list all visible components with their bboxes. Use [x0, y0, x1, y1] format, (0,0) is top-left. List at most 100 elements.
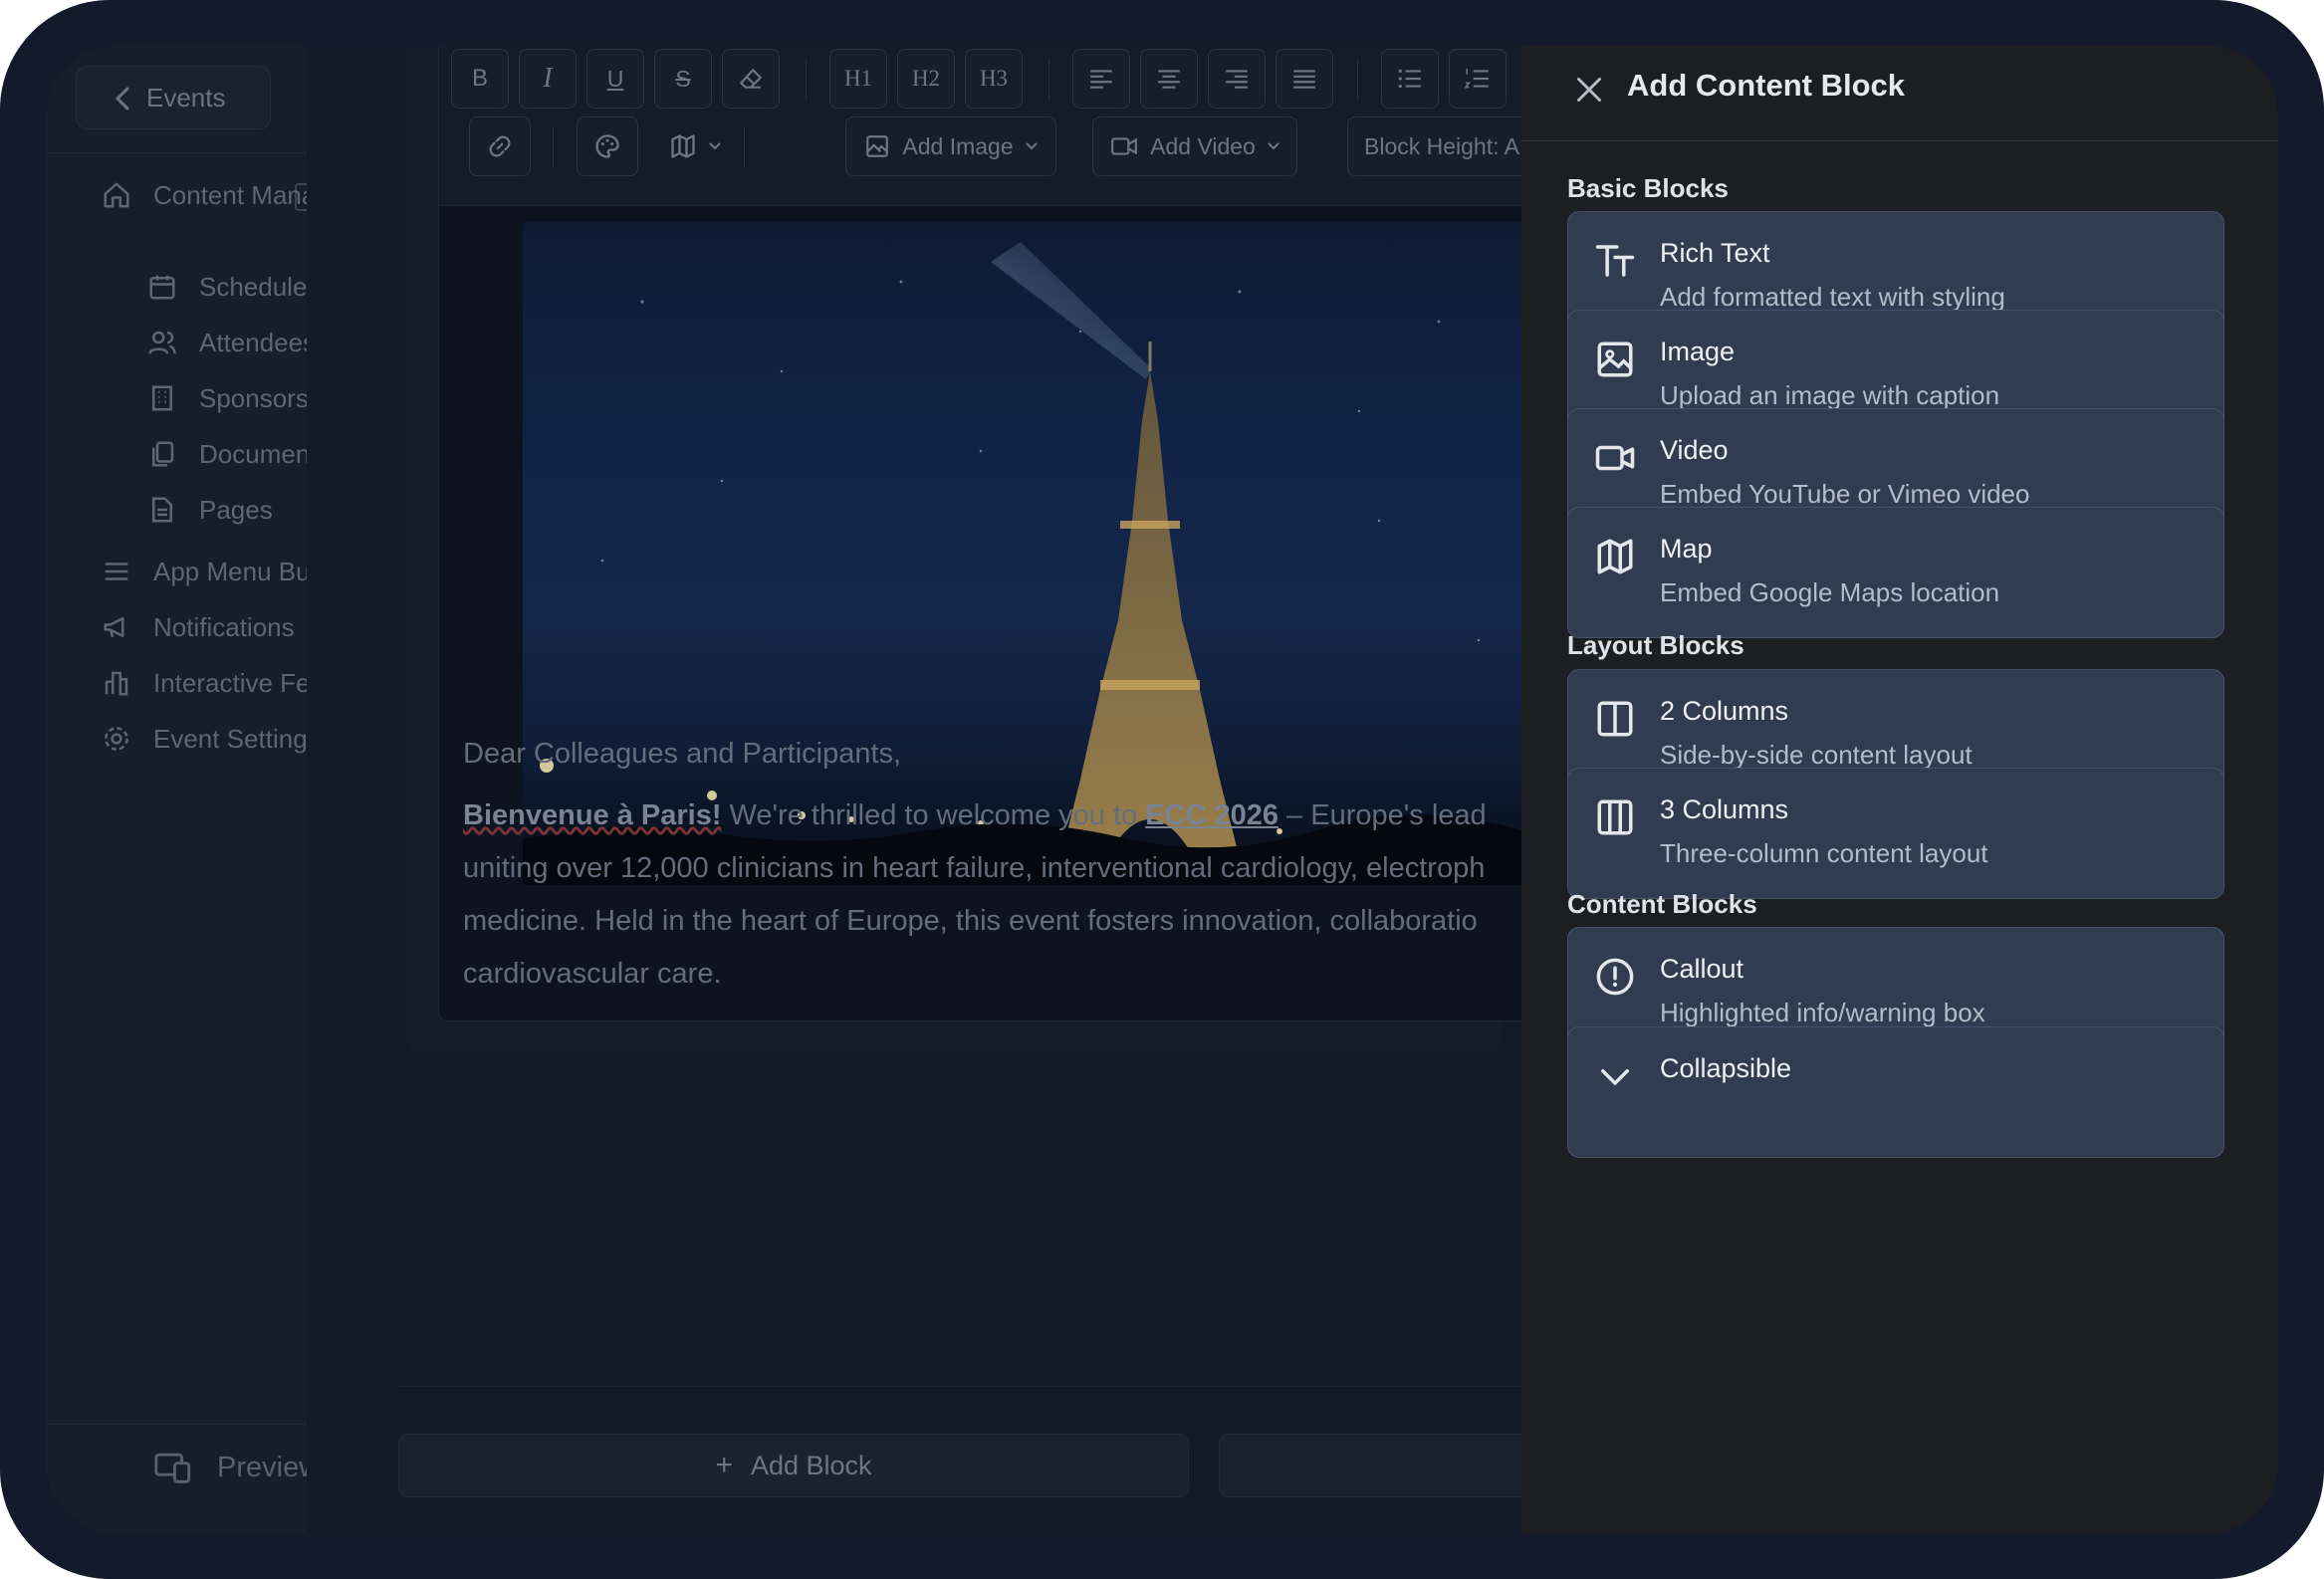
sidebar-item-app-menu-builder[interactable]: App Menu Builder: [102, 552, 307, 591]
device-frame: Events Content Management Schedule Atten…: [0, 0, 2324, 1579]
sidebar-item-pages[interactable]: Pages: [147, 490, 307, 530]
add-image-dropdown[interactable]: Add Image: [845, 116, 1056, 176]
heading-3-button[interactable]: H3: [965, 49, 1023, 109]
clear-format-button[interactable]: [722, 49, 780, 109]
block-height-select[interactable]: Block Height: A: [1347, 116, 1532, 176]
block-name: Image: [1660, 337, 1736, 366]
add-block-label: Add Block: [750, 1450, 872, 1480]
sidebar-item-event-settings[interactable]: Event Settings: [102, 719, 307, 759]
columns-3-icon: [1597, 799, 1633, 835]
video-icon: [1111, 137, 1138, 155]
rich-text-editor[interactable]: B I U S H1 H2 H3 Add Image Add Video Blo…: [438, 46, 1533, 1021]
toolbar-divider: [744, 126, 745, 168]
block-name: Rich Text: [1660, 238, 1770, 268]
align-justify-icon: [1293, 70, 1315, 89]
preview-button[interactable]: Preview: [153, 1450, 307, 1485]
align-right-button[interactable]: [1208, 49, 1266, 109]
sidebar-item-content-management[interactable]: Content Management: [102, 175, 307, 215]
welcome-paragraph-line-2: uniting over 12,000 clinicians in heart …: [463, 852, 1486, 884]
color-palette-button[interactable]: [577, 116, 638, 176]
close-icon[interactable]: [1571, 72, 1607, 108]
building-icon: [152, 385, 172, 411]
align-justify-button[interactable]: [1276, 49, 1333, 109]
add-video-dropdown[interactable]: Add Video: [1092, 116, 1297, 176]
block-name: Callout: [1660, 954, 1744, 984]
welcome-paragraph-line-1: Bienvenue à Paris! We're thrilled to wel…: [463, 799, 1487, 831]
copy-icon: [152, 441, 174, 467]
sidebar-item-label: Attendees: [199, 327, 307, 357]
editor-toolbar: B I U S H1 H2 H3 Add Image Add Video Blo…: [439, 46, 1532, 206]
devices-icon: [154, 1453, 191, 1483]
block-name: Collapsible: [1660, 1053, 1792, 1083]
gear-icon: [105, 727, 128, 751]
insert-map-dropdown[interactable]: [664, 116, 726, 176]
text-icon: [1595, 245, 1635, 277]
sidebar-item-label: Schedule: [199, 271, 307, 302]
align-left-button[interactable]: [1072, 49, 1130, 109]
columns-2-icon: [1597, 701, 1633, 737]
eiffel-tower-illustration: [523, 242, 1532, 885]
block-height-label: Block Height: A: [1364, 132, 1519, 159]
app-screen: Events Content Management Schedule Atten…: [46, 46, 2278, 1533]
heading-2-button[interactable]: H2: [897, 49, 955, 109]
block-option-3-columns[interactable]: 3 Columns Three-column content layout: [1567, 768, 2224, 899]
block-option-map[interactable]: Map Embed Google Maps location: [1567, 507, 2224, 638]
image-icon: [1597, 341, 1633, 377]
sidebar-item-interactive-features[interactable]: Interactive Features: [102, 663, 307, 703]
heading-1-button[interactable]: H1: [829, 49, 887, 109]
numbered-list-button[interactable]: [1449, 49, 1507, 109]
block-name: Video: [1660, 435, 1729, 465]
chevron-down-icon: [1601, 1069, 1629, 1085]
sidebar-item-schedule[interactable]: Schedule: [147, 267, 307, 307]
toolbar-divider: [1357, 59, 1358, 101]
users-icon: [148, 331, 176, 354]
sidebar-item-label: Sponsors: [199, 382, 307, 413]
sidebar-item-label: Notifications: [153, 611, 295, 642]
preview-label: Preview: [217, 1451, 307, 1483]
block-description: Three-column content layout: [1660, 838, 1988, 868]
block-name: 2 Columns: [1660, 696, 1789, 726]
palette-icon: [595, 134, 619, 158]
section-content-blocks: Content Blocks: [1567, 889, 1757, 919]
drawer-header: Add Content Block: [1521, 46, 2278, 141]
italic-button[interactable]: I: [519, 49, 577, 109]
sidebar-item-label: Event Settings: [153, 723, 307, 754]
toolbar-divider: [553, 126, 554, 168]
greeting-text: Dear Colleagues and Participants,: [463, 738, 902, 770]
insert-link-button[interactable]: [469, 116, 531, 176]
block-description: Add formatted text with styling: [1660, 282, 2005, 312]
numbered-list-icon: [1465, 69, 1489, 89]
ecc-2026-link[interactable]: ECC 2026: [1145, 799, 1278, 831]
sidebar-item-attendees[interactable]: Attendees: [147, 323, 307, 362]
sidebar-item-notifications[interactable]: Notifications: [102, 607, 307, 647]
drawer-title: Add Content Block: [1627, 68, 1905, 103]
toolbar-divider: [806, 59, 807, 101]
calendar-icon: [149, 275, 175, 300]
block-description: Highlighted info/warning box: [1660, 998, 1985, 1027]
add-block-button[interactable]: + Add Block: [398, 1434, 1189, 1497]
welcome-paragraph-line-3: medicine. Held in the heart of Europe, t…: [463, 905, 1478, 937]
footer-divider: [398, 1386, 1593, 1387]
map-icon: [671, 134, 695, 158]
align-center-button[interactable]: [1140, 49, 1198, 109]
sidebar-item-label: Interactive Features: [153, 667, 307, 698]
bullet-list-button[interactable]: [1381, 49, 1439, 109]
section-layout-blocks: Layout Blocks: [1567, 630, 1744, 660]
bold-button[interactable]: B: [451, 49, 509, 109]
sidebar-header: Events: [46, 46, 307, 153]
menu-icon: [105, 563, 128, 580]
section-basic-blocks: Basic Blocks: [1567, 173, 1729, 203]
file-icon: [152, 497, 172, 523]
bar-chart-icon: [105, 671, 128, 696]
sidebar-item-label: App Menu Builder: [153, 556, 307, 586]
sidebar-item-sponsors[interactable]: Sponsors: [147, 378, 307, 418]
underline-button[interactable]: U: [586, 49, 644, 109]
block-option-collapsible[interactable]: Collapsible: [1567, 1026, 2224, 1158]
block-description: Embed YouTube or Vimeo video: [1660, 479, 2030, 509]
strikethrough-button[interactable]: S: [654, 49, 712, 109]
sidebar-item-label: Pages: [199, 494, 273, 525]
align-center-icon: [1158, 70, 1180, 89]
eiffel-tower-image: [523, 222, 1532, 885]
sidebar-item-documents[interactable]: Documents: [147, 434, 307, 474]
back-to-events-button[interactable]: Events: [76, 66, 271, 129]
